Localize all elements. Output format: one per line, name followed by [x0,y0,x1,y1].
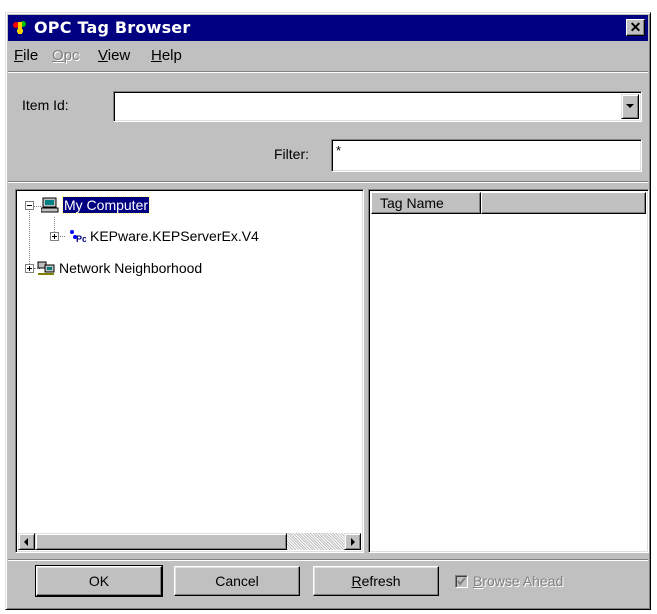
cancel-button[interactable]: Cancel [174,566,300,596]
opc-app-icon [11,19,29,37]
window-title: OPC Tag Browser [34,18,191,37]
menu-file[interactable]: File [14,47,38,64]
button-separator [8,559,648,561]
close-icon: ✕ [629,19,642,35]
tree-item-kepserver[interactable]: Pc KEPware.KEPServerEx.V4 [50,228,259,244]
expand-icon[interactable] [25,263,34,273]
menu-view[interactable]: View [98,47,130,64]
opc-tag-browser-window: OPC Tag Browser ✕ File Opc View Help Ite… [5,12,651,610]
menu-opc[interactable]: Opc [52,47,80,64]
network-icon [37,261,55,275]
opc-server-icon: Pc [70,230,86,244]
browse-ahead-label: Browse Ahead [473,573,564,589]
menu-bar: File Opc View Help [8,43,648,67]
tree-horizontal-scrollbar[interactable] [18,533,361,550]
menu-help[interactable]: Help [151,47,182,64]
title-bar[interactable]: OPC Tag Browser ✕ [8,15,648,41]
item-id-dropdown-button[interactable] [621,94,639,119]
menu-separator [8,71,648,73]
expand-icon[interactable] [50,231,59,241]
arrow-right-icon [351,538,355,546]
chevron-down-icon [626,104,634,108]
column-header-tag-name[interactable]: Tag Name [371,192,481,214]
tree-item-label: KEPware.KEPServerEx.V4 [90,228,259,244]
tree-item-label: Network Neighborhood [59,260,203,276]
tree-connector [29,206,30,268]
scroll-thumb[interactable] [35,533,287,550]
tree-view[interactable]: My Computer Pc KEPware.KEPServerEx.V4 Ne… [15,189,364,553]
tree-item-label: My Computer [61,196,151,214]
collapse-icon[interactable] [25,200,34,210]
refresh-button[interactable]: Refresh [313,566,439,596]
item-id-combobox[interactable] [113,91,642,122]
tag-list[interactable]: Tag Name [368,189,649,553]
scroll-right-button[interactable] [344,533,361,550]
checkmark-icon [457,577,466,586]
computer-icon [41,197,59,213]
filter-input[interactable]: * [331,139,642,172]
content-separator [8,181,648,183]
tree-item-network-neighborhood[interactable]: Network Neighborhood [25,260,202,276]
browse-ahead-checkbox[interactable] [455,575,468,588]
close-button[interactable]: ✕ [626,19,645,36]
item-id-label: Item Id: [22,97,69,113]
tree-item-my-computer[interactable]: My Computer [25,196,151,214]
filter-value: * [336,143,342,158]
filter-label: Filter: [274,146,309,162]
scroll-left-button[interactable] [18,533,35,550]
column-header-empty [481,192,646,214]
ok-button[interactable]: OK [35,565,163,597]
svg-text:Pc: Pc [76,234,86,244]
arrow-left-icon [24,538,28,546]
